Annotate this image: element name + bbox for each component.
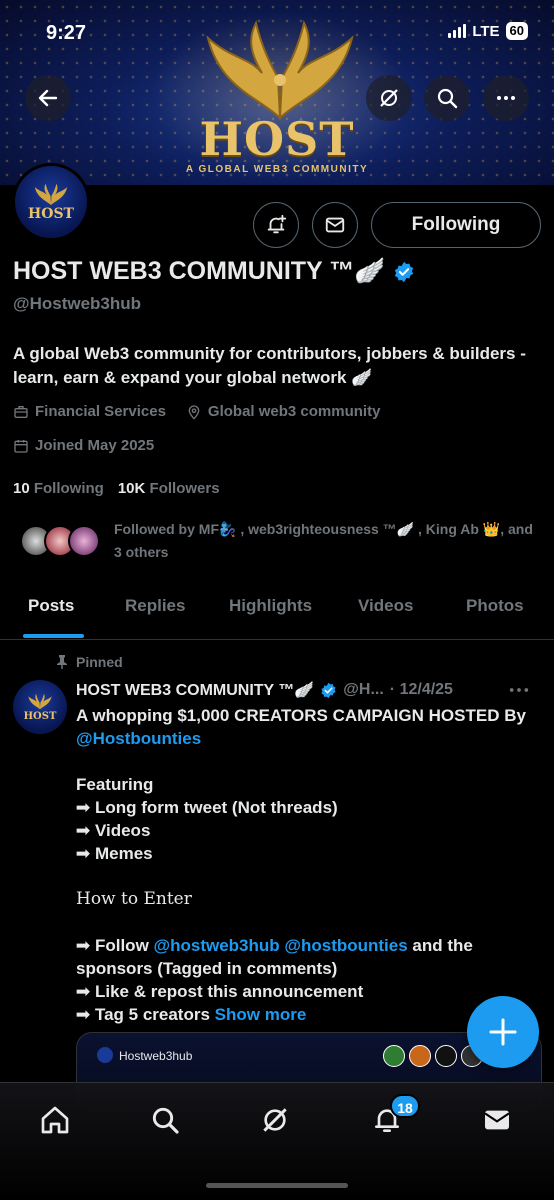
- pin-icon: [57, 655, 67, 669]
- search-icon: [152, 1107, 179, 1134]
- grok-icon: [380, 89, 398, 107]
- status-indicators: LTE 60: [448, 22, 528, 40]
- nav-grok[interactable]: [258, 1103, 292, 1137]
- avatar-text: HOST: [28, 206, 74, 222]
- followed-by-text[interactable]: Followed by MF🧞‍♀️ , web3righteousness ™…: [114, 518, 544, 564]
- nav-messages[interactable]: [480, 1103, 514, 1137]
- back-button[interactable]: [25, 75, 71, 121]
- post-line-1: A whopping $1,000 CREATORS CAMPAIGN HOST…: [76, 706, 526, 748]
- post-more-icon[interactable]: [508, 683, 530, 697]
- hostweb3hub-mention-link[interactable]: @hostweb3hub: [154, 936, 280, 955]
- profile-location: Global web3 community: [207, 403, 381, 420]
- banner-title: HOST: [199, 112, 355, 166]
- envelope-icon: [484, 1110, 510, 1130]
- post-bullet-1: ➟ Long form tweet (Not threads): [76, 798, 338, 817]
- post-featuring: Featuring: [76, 775, 154, 794]
- home-icon: [41, 1106, 69, 1134]
- envelope-icon: [325, 217, 345, 233]
- profile-handle: @Hostweb3hub: [13, 294, 142, 313]
- tab-videos[interactable]: Videos: [358, 596, 413, 616]
- more-icon: [497, 96, 515, 100]
- profile-avatar[interactable]: HOST: [12, 163, 90, 241]
- avatar-wings-logo: [28, 693, 52, 709]
- notification-count-badge: 18: [390, 1094, 420, 1118]
- post-header: HOST WEB3 COMMUNITY ™🪽 @H... · 12/4/25: [76, 680, 544, 700]
- card-handle: Hostweb3hub: [119, 1049, 193, 1063]
- compose-post-button[interactable]: [467, 996, 539, 1068]
- following-count-link[interactable]: 10 Following: [13, 480, 104, 497]
- profile-joined-row: Joined May 2025: [13, 437, 154, 454]
- post-date: · 12/4/25: [389, 681, 453, 698]
- post-how-to-enter: How to Enter: [76, 889, 192, 909]
- tab-photos[interactable]: Photos: [466, 596, 524, 616]
- home-indicator: [206, 1183, 348, 1188]
- grok-button[interactable]: [366, 75, 412, 121]
- sponsor-logo: [435, 1045, 457, 1067]
- followers-count-link[interactable]: 10K Followers: [118, 480, 220, 497]
- post-bullet-2: ➟ Videos: [76, 821, 151, 840]
- calendar-icon: [14, 439, 28, 453]
- avatar-wings-logo: [34, 183, 68, 206]
- card-avatar: [97, 1047, 113, 1063]
- tab-posts[interactable]: Posts: [28, 596, 74, 616]
- show-more-link[interactable]: Show more: [215, 1005, 307, 1024]
- tab-replies[interactable]: Replies: [125, 596, 185, 616]
- post-avatar-text: HOST: [23, 710, 57, 722]
- pinned-label-row: Pinned: [56, 654, 123, 670]
- arrow-left-icon: [38, 89, 58, 107]
- follow-counts: 10 Following 10K Followers: [13, 480, 220, 497]
- search-icon: [437, 88, 458, 109]
- profile-name: HOST WEB3 COMMUNITY ™🪽: [13, 257, 386, 285]
- nav-search[interactable]: [148, 1103, 182, 1137]
- post-author-handle: @H...: [343, 681, 384, 698]
- sponsor-logo: [383, 1045, 405, 1067]
- battery-icon: 60: [505, 22, 528, 40]
- follower-avatar: [68, 525, 100, 557]
- nav-home[interactable]: [38, 1103, 72, 1137]
- post-step-2: ➟ Like & repost this announcement: [76, 982, 364, 1001]
- profile-tabs: Posts Replies Highlights Videos Photos: [0, 590, 554, 640]
- profile-category: Financial Services: [35, 403, 166, 420]
- post-step-1: ➟ Follow @hostweb3hub @hostbounties and …: [76, 936, 473, 978]
- grok-icon: [263, 1108, 287, 1132]
- search-button[interactable]: [424, 75, 470, 121]
- hostbounties-mention-link[interactable]: @Hostbounties: [76, 729, 201, 748]
- post-bullet-3: ➟ Memes: [76, 844, 153, 863]
- post-author-name[interactable]: HOST WEB3 COMMUNITY ™🪽: [76, 680, 314, 700]
- banner-subtitle: A GLOBAL WEB3 COMMUNITY: [185, 164, 369, 175]
- location-pin-icon: [188, 404, 200, 420]
- hostbounties-mention-link[interactable]: @hostbounties: [284, 936, 407, 955]
- notifications-toggle-button[interactable]: [253, 202, 299, 248]
- tab-highlights[interactable]: Highlights: [229, 596, 312, 616]
- profile-joined: Joined May 2025: [35, 437, 155, 454]
- briefcase-icon: [14, 405, 28, 418]
- profile-name-row: HOST WEB3 COMMUNITY ™🪽: [13, 257, 415, 286]
- post-body: A whopping $1,000 CREATORS CAMPAIGN HOST…: [76, 704, 546, 1026]
- profile-category-row: Financial Services Global web3 community: [13, 403, 380, 420]
- following-button[interactable]: Following: [371, 202, 541, 248]
- network-label: LTE: [472, 22, 500, 40]
- verified-badge-icon[interactable]: [393, 261, 415, 283]
- message-button[interactable]: [312, 202, 358, 248]
- profile-bio: A global Web3 community for contributors…: [13, 344, 526, 387]
- status-time: 9:27: [46, 22, 87, 44]
- plus-icon: [489, 1018, 517, 1046]
- active-tab-indicator: [23, 634, 84, 638]
- sponsor-logo: [409, 1045, 431, 1067]
- signal-icon: [448, 24, 467, 38]
- more-options-button[interactable]: [483, 75, 529, 121]
- bell-plus-icon: [267, 214, 287, 234]
- post-author-avatar[interactable]: HOST: [13, 680, 67, 734]
- verified-badge-icon: [321, 682, 336, 698]
- pinned-label: Pinned: [76, 654, 123, 670]
